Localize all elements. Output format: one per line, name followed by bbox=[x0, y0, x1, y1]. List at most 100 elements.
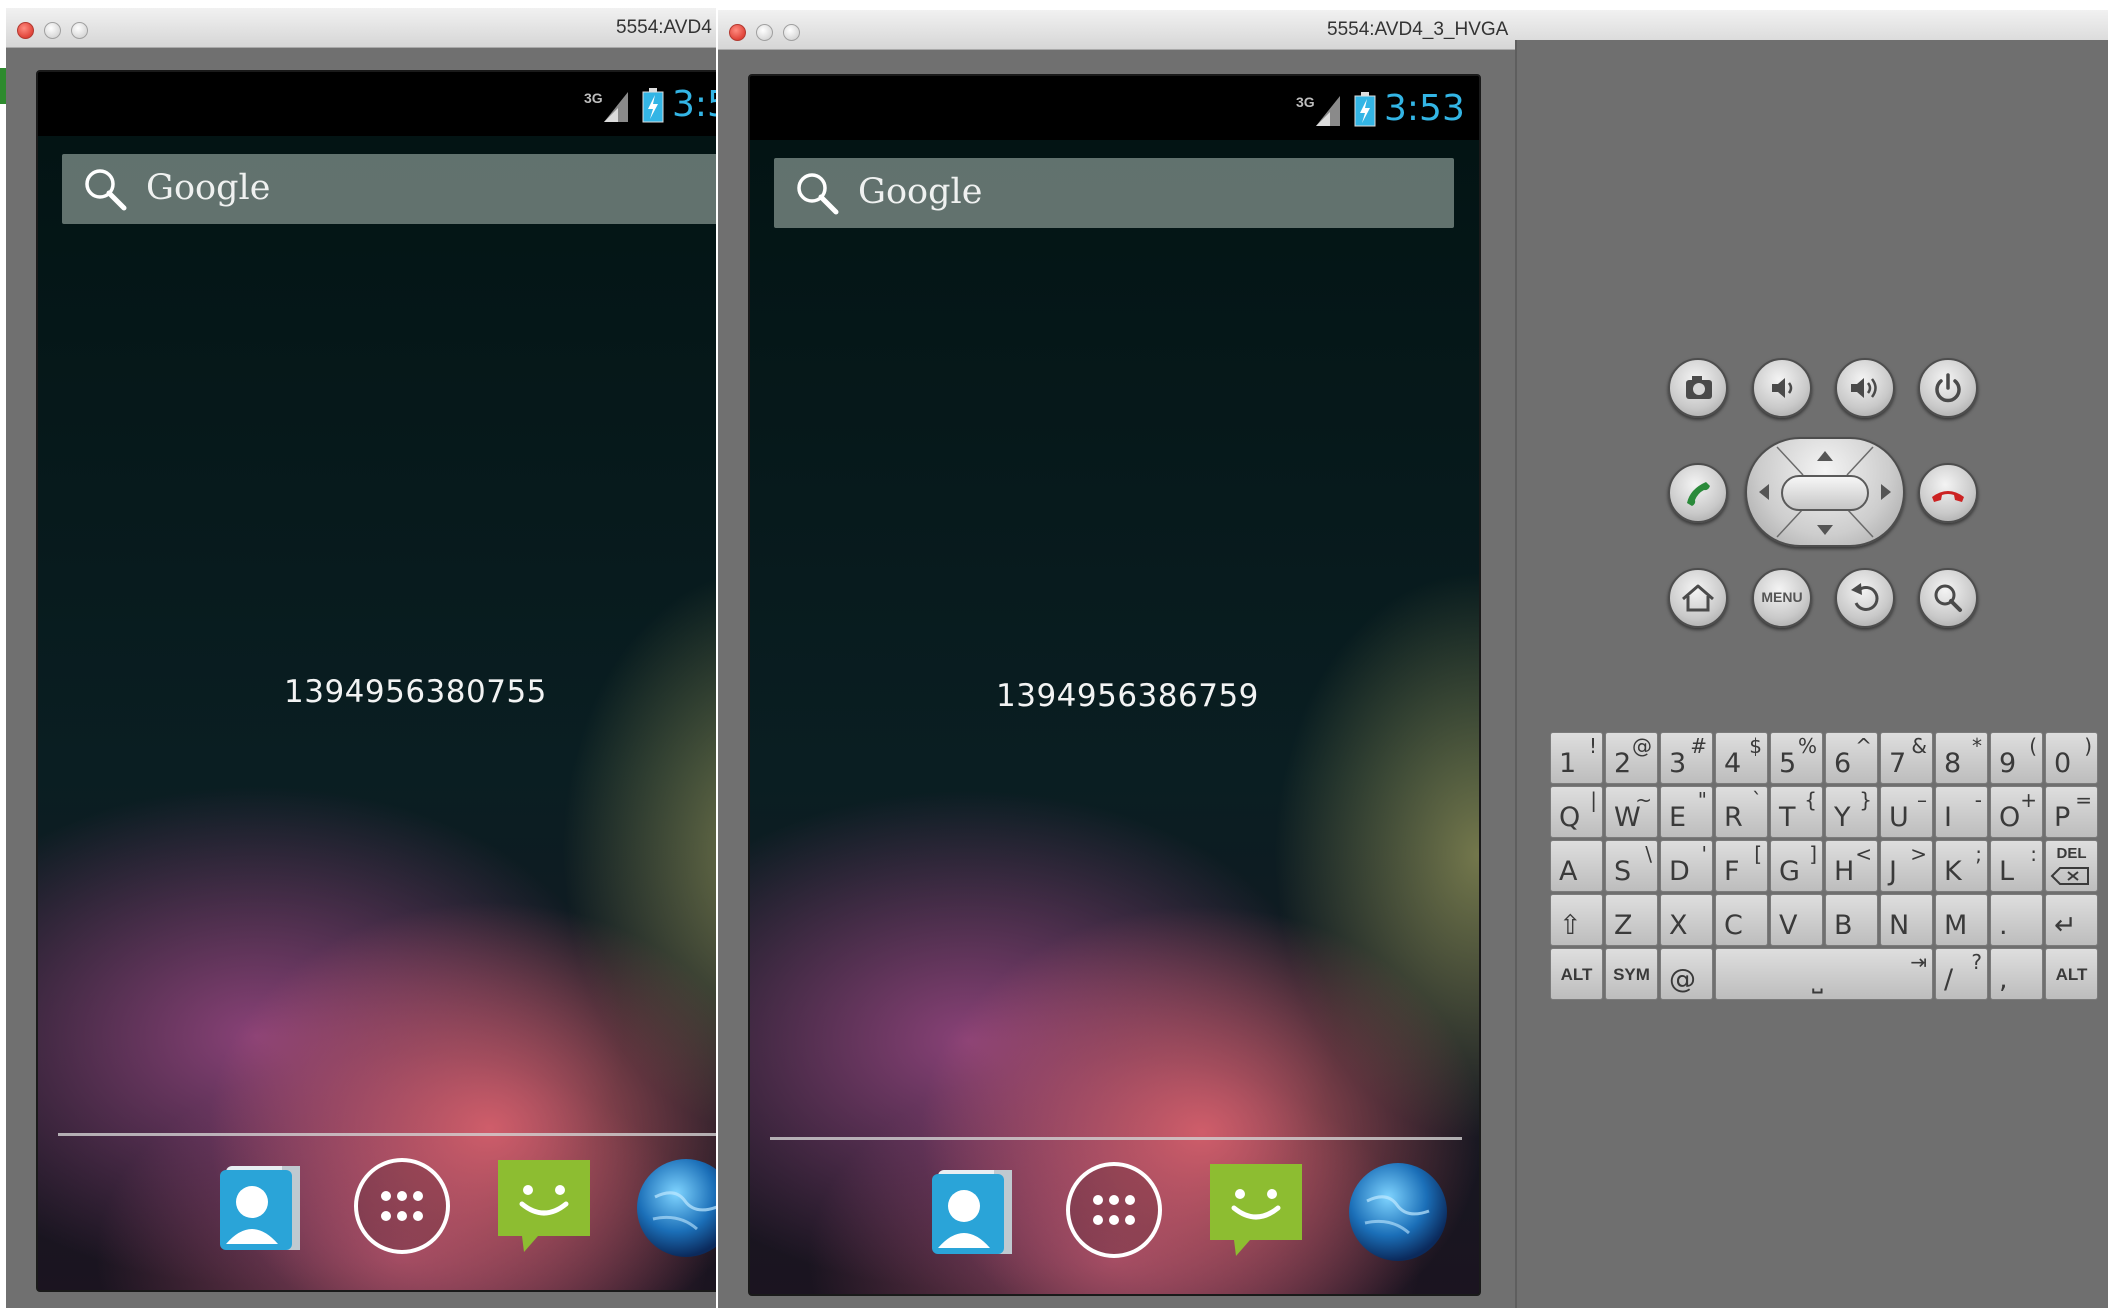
call-button[interactable] bbox=[1668, 463, 1728, 523]
emulator-window-2: 5554:AVD4_3_HVGA 3G 3:53 Google 13949563… bbox=[718, 10, 2108, 1308]
key-o[interactable]: O + bbox=[1990, 786, 2043, 838]
home-button[interactable] bbox=[1668, 568, 1728, 628]
key-enter[interactable]: ↵ bbox=[2045, 894, 2098, 946]
browser-globe-icon[interactable] bbox=[635, 1157, 716, 1259]
device-screen-1[interactable]: 3G 3:5 Google 1394956380755 bbox=[36, 70, 716, 1292]
key-n[interactable]: N bbox=[1880, 894, 1933, 946]
status-bar: 3G 3:53 bbox=[750, 76, 1479, 140]
key-0[interactable]: 0) bbox=[2045, 732, 2098, 784]
key-c[interactable]: C bbox=[1715, 894, 1768, 946]
app-drawer-icon[interactable] bbox=[1064, 1160, 1164, 1260]
key-f[interactable]: F[ bbox=[1715, 840, 1768, 892]
messaging-icon[interactable] bbox=[494, 1152, 594, 1256]
key-4[interactable]: 4 $ bbox=[1715, 732, 1768, 784]
key-3[interactable]: 3 # bbox=[1660, 732, 1713, 784]
contacts-icon[interactable] bbox=[924, 1162, 1022, 1260]
key-space[interactable]: ⎵ ⇥ bbox=[1715, 948, 1933, 1000]
dpad-center-button[interactable] bbox=[1781, 475, 1869, 511]
call-icon bbox=[1687, 482, 1710, 506]
menu-button[interactable]: MENU bbox=[1752, 568, 1812, 628]
key-z[interactable]: Z bbox=[1605, 894, 1658, 946]
key-j[interactable]: J > bbox=[1880, 840, 1933, 892]
key-v[interactable]: V bbox=[1770, 894, 1823, 946]
key-period[interactable]: . bbox=[1990, 894, 2043, 946]
key-h[interactable]: H < bbox=[1825, 840, 1878, 892]
messaging-icon[interactable] bbox=[1206, 1156, 1306, 1260]
titlebar-1[interactable]: 5554:AVD4 bbox=[6, 8, 716, 48]
key-t[interactable]: T{ bbox=[1770, 786, 1823, 838]
key-2[interactable]: 2 @ bbox=[1605, 732, 1658, 784]
zoom-window-button[interactable] bbox=[783, 24, 800, 41]
key-r[interactable]: R ` bbox=[1715, 786, 1768, 838]
minimize-window-button[interactable] bbox=[756, 24, 773, 41]
key-6[interactable]: 6 ^ bbox=[1825, 732, 1878, 784]
volume-down-icon bbox=[1772, 378, 1793, 398]
battery-charging-icon bbox=[642, 88, 664, 123]
end-call-icon bbox=[1932, 491, 1964, 502]
search-icon bbox=[797, 173, 839, 215]
battery-charging-icon bbox=[1354, 92, 1376, 127]
key-d[interactable]: D ' bbox=[1660, 840, 1713, 892]
del-key-label: DEL bbox=[2056, 845, 2087, 862]
key-g[interactable]: G] bbox=[1770, 840, 1823, 892]
minimize-window-button[interactable] bbox=[44, 22, 61, 39]
power-button[interactable] bbox=[1918, 358, 1978, 418]
google-search-bar[interactable]: Google bbox=[774, 158, 1454, 228]
signal-icon bbox=[604, 92, 628, 122]
key-s[interactable]: S \ bbox=[1605, 840, 1658, 892]
key-k[interactable]: K; bbox=[1935, 840, 1988, 892]
key-7[interactable]: 7 & bbox=[1880, 732, 1933, 784]
key-comma[interactable]: , bbox=[1990, 948, 2043, 1000]
dock-divider bbox=[58, 1133, 716, 1136]
key-p[interactable]: P = bbox=[2045, 786, 2098, 838]
key-1[interactable]: 1! bbox=[1550, 732, 1603, 784]
key-del[interactable]: DEL bbox=[2045, 840, 2098, 892]
key-5[interactable]: 5% bbox=[1770, 732, 1823, 784]
window-title: 5554:AVD4_3_HVGA bbox=[1327, 19, 1509, 40]
key-shift[interactable]: ⇧ bbox=[1550, 894, 1603, 946]
camera-button[interactable] bbox=[1668, 358, 1728, 418]
key-m[interactable]: M bbox=[1935, 894, 1988, 946]
back-button[interactable] bbox=[1835, 568, 1895, 628]
search-bar-label: Google bbox=[858, 172, 983, 212]
search-bar-label: Google bbox=[146, 168, 271, 208]
contacts-icon[interactable] bbox=[212, 1158, 310, 1256]
close-window-button[interactable] bbox=[17, 22, 34, 39]
dpad[interactable] bbox=[1745, 437, 1905, 547]
end-call-button[interactable] bbox=[1918, 463, 1978, 523]
search-icon bbox=[1934, 584, 1962, 612]
search-icon bbox=[85, 169, 127, 211]
power-icon bbox=[1935, 373, 1961, 403]
back-icon bbox=[1851, 583, 1879, 611]
key-alt-right[interactable]: ALT bbox=[2045, 948, 2098, 1000]
key-slash[interactable]: /? bbox=[1935, 948, 1988, 1000]
key-8[interactable]: 8 * bbox=[1935, 732, 1988, 784]
device-screen-2[interactable]: 3G 3:53 Google 1394956386759 bbox=[748, 74, 1481, 1296]
volume-up-icon bbox=[1851, 378, 1877, 398]
key-i[interactable]: I- bbox=[1935, 786, 1988, 838]
key-9[interactable]: 9( bbox=[1990, 732, 2043, 784]
key-sym[interactable]: SYM bbox=[1605, 948, 1658, 1000]
key-e[interactable]: E " bbox=[1660, 786, 1713, 838]
key-w[interactable]: W ~ bbox=[1605, 786, 1658, 838]
close-window-button[interactable] bbox=[729, 24, 746, 41]
window-title: 5554:AVD4 bbox=[616, 17, 712, 38]
browser-globe-icon[interactable] bbox=[1347, 1161, 1449, 1263]
key-u[interactable]: U – bbox=[1880, 786, 1933, 838]
key-x[interactable]: X bbox=[1660, 894, 1713, 946]
search-hw-button[interactable] bbox=[1918, 568, 1978, 628]
key-a[interactable]: A bbox=[1550, 840, 1603, 892]
key-q[interactable]: Q | bbox=[1550, 786, 1603, 838]
key-b[interactable]: B bbox=[1825, 894, 1878, 946]
app-drawer-icon[interactable] bbox=[352, 1156, 452, 1256]
volume-up-button[interactable] bbox=[1835, 358, 1895, 418]
google-search-bar[interactable]: Google bbox=[62, 154, 716, 224]
key-at[interactable]: @ bbox=[1660, 948, 1713, 1000]
key-alt-left[interactable]: ALT bbox=[1550, 948, 1603, 1000]
key-y[interactable]: Y} bbox=[1825, 786, 1878, 838]
volume-down-button[interactable] bbox=[1752, 358, 1812, 418]
zoom-window-button[interactable] bbox=[71, 22, 88, 39]
wallpaper bbox=[750, 140, 1479, 1294]
enter-icon: ↵ bbox=[2054, 910, 2077, 941]
key-l[interactable]: L: bbox=[1990, 840, 2043, 892]
